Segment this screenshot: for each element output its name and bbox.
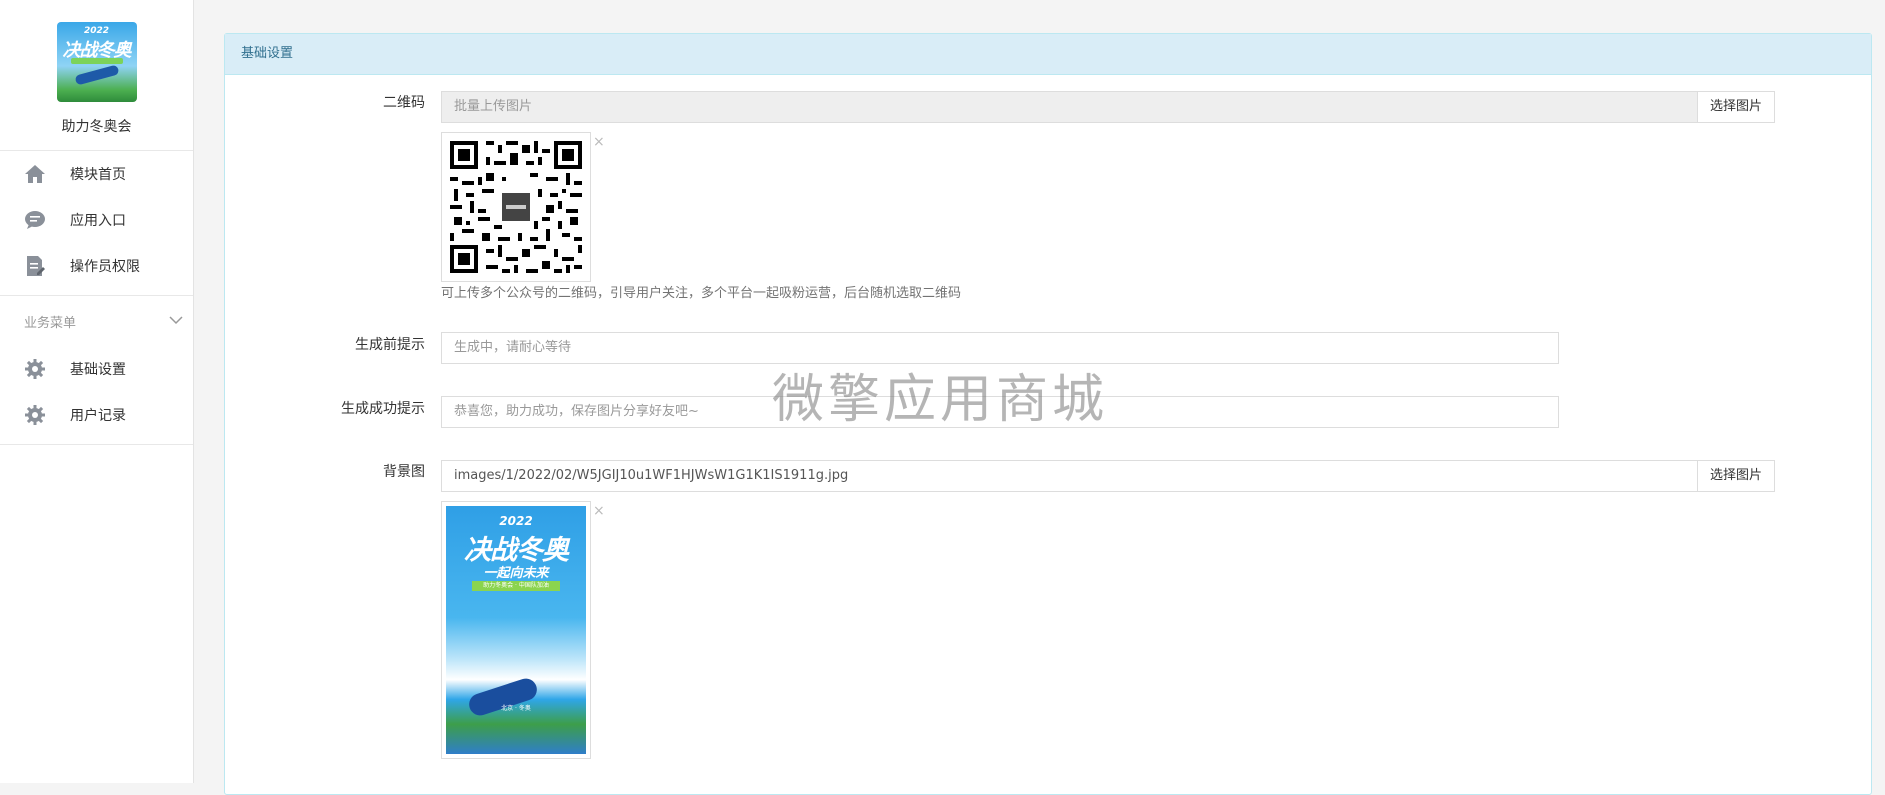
background-label: 背景图 [383, 464, 425, 480]
qrcode-thumbnail [441, 132, 591, 282]
nav-item-operator-permissions[interactable]: 操作员权限 [0, 243, 193, 289]
success-tip-label: 生成成功提示 [341, 401, 425, 417]
home-icon [24, 163, 46, 185]
main-nav: 模块首页 应用入口 操作员权限 [0, 150, 193, 289]
app-logo: 2022 决战冬奥 [56, 22, 137, 102]
sidebar: 2022 决战冬奥 助力冬奥会 模块首页 应用入口 操作员权限 业务菜单 基础设… [0, 0, 194, 783]
qrcode-select-image-button[interactable]: 选择图片 [1697, 91, 1776, 123]
gear-icon [24, 404, 46, 426]
poster-banner: 助力冬奥会 · 中国队加油 [472, 581, 560, 591]
poster-footer: 北京 · 冬奥 [501, 705, 531, 712]
qrcode-label: 二维码 [383, 95, 425, 111]
logo-area: 2022 决战冬奥 助力冬奥会 [0, 0, 193, 136]
nav-item-home[interactable]: 模块首页 [0, 151, 193, 197]
qrcode-placeholder: 批量上传图片 [454, 99, 533, 114]
qrcode-remove-icon[interactable]: × [593, 135, 605, 149]
document-edit-icon [24, 255, 46, 277]
background-path-field[interactable]: images/1/2022/02/W5JGIJ10u1WF1HJWsW1G1K1… [441, 460, 1699, 492]
app-name: 助力冬奥会 [61, 119, 132, 135]
qrcode-upload-field: 批量上传图片 [441, 91, 1699, 123]
logo-skier [73, 64, 120, 86]
qrcode-image [446, 137, 586, 277]
background-poster-image: 2022 决战冬奥 一起向未来 助力冬奥会 · 中国队加油 北京 · 冬奥 [446, 506, 586, 754]
logo-banner [70, 58, 123, 64]
nav-item-label: 应用入口 [70, 213, 126, 229]
chat-bubble-icon [24, 209, 46, 231]
nav-item-label: 用户记录 [70, 408, 126, 424]
before-tip-input[interactable]: 生成中，请耐心等待 [441, 332, 1559, 364]
background-select-image-button[interactable]: 选择图片 [1697, 460, 1776, 492]
background-thumbnail: 2022 决战冬奥 一起向未来 助力冬奥会 · 中国队加油 北京 · 冬奥 [441, 501, 591, 759]
poster-subtitle: 一起向未来 [483, 566, 549, 581]
business-menu: 业务菜单 基础设置 用户记录 [0, 295, 193, 445]
nav-item-app-entry[interactable]: 应用入口 [0, 197, 193, 243]
business-menu-header[interactable]: 业务菜单 [0, 296, 193, 346]
gear-icon [24, 358, 46, 380]
before-tip-label: 生成前提示 [355, 337, 425, 353]
nav-item-user-records[interactable]: 用户记录 [0, 392, 193, 438]
qrcode-help-text: 可上传多个公众号的二维码，引导用户关注，多个平台一起吸粉运营，后台随机选取二维码 [441, 286, 962, 301]
poster-year: 2022 [499, 514, 533, 528]
before-tip-placeholder: 生成中，请耐心等待 [454, 340, 572, 355]
nav-item-basic-settings[interactable]: 基础设置 [0, 346, 193, 392]
success-tip-input[interactable]: 恭喜您，助力成功，保存图片分享好友吧~ [441, 396, 1559, 428]
chevron-down-icon [169, 314, 183, 329]
background-path-value: images/1/2022/02/W5JGIJ10u1WF1HJWsW1G1K1… [454, 468, 849, 483]
success-tip-placeholder: 恭喜您，助力成功，保存图片分享好友吧~ [454, 404, 699, 419]
background-remove-icon[interactable]: × [593, 504, 605, 518]
settings-panel: 基础设置 二维码 批量上传图片 选择图片 × 可上传多个公众号的二维码，引导用户… [224, 33, 1872, 795]
nav-item-label: 基础设置 [70, 362, 126, 378]
nav-item-label: 操作员权限 [70, 259, 140, 275]
business-menu-title: 业务菜单 [24, 315, 77, 331]
panel-title: 基础设置 [225, 34, 1871, 75]
logo-year: 2022 [83, 26, 110, 36]
nav-item-label: 模块首页 [70, 167, 126, 183]
